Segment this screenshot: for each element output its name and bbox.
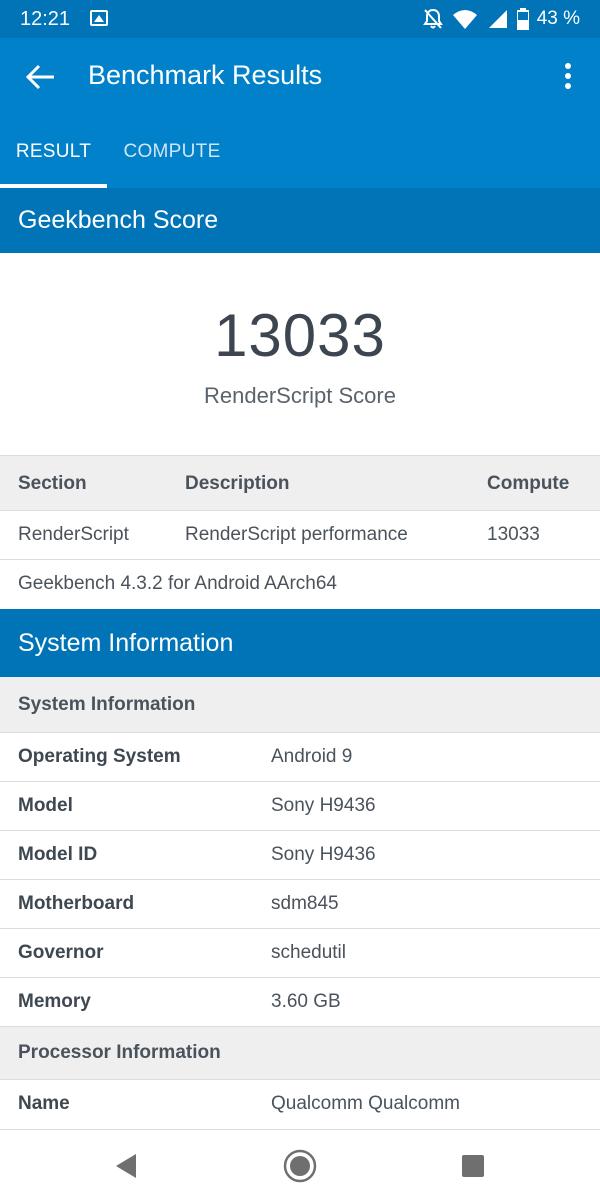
info-key: Governor bbox=[18, 942, 104, 963]
info-key: Memory bbox=[18, 991, 91, 1012]
geekbench-score-header: Geekbench Score bbox=[0, 188, 600, 253]
column-header-compute: Compute bbox=[487, 473, 570, 494]
status-icons: 43 % bbox=[422, 6, 580, 32]
status-bar: 12:21 43 % bbox=[0, 0, 600, 38]
info-value: Android 9 bbox=[271, 746, 353, 767]
image-icon bbox=[90, 10, 108, 26]
system-information-subheader: System Information bbox=[0, 677, 600, 733]
info-value: Sony H9436 bbox=[271, 795, 376, 816]
navigation-bar bbox=[0, 1130, 600, 1200]
tab-compute[interactable]: COMPUTE bbox=[107, 116, 237, 188]
info-value: 3.60 GB bbox=[271, 991, 341, 1012]
back-arrow-icon[interactable] bbox=[24, 60, 58, 94]
signal-icon bbox=[488, 10, 507, 28]
tab-compute-label: COMPUTE bbox=[123, 141, 221, 162]
mute-icon bbox=[422, 8, 443, 29]
version-text: Geekbench 4.3.2 for Android AArch64 bbox=[18, 573, 337, 594]
cell-description: RenderScript performance bbox=[185, 524, 408, 545]
info-key: Model bbox=[18, 795, 73, 816]
wifi-icon bbox=[452, 10, 477, 29]
system-information-header: System Information bbox=[0, 609, 600, 677]
tab-result[interactable]: RESULT bbox=[0, 116, 107, 188]
cell-compute: 13033 bbox=[487, 524, 540, 545]
list-item: Model ID Sony H9436 bbox=[0, 831, 600, 880]
list-item: Memory 3.60 GB bbox=[0, 978, 600, 1026]
page-title: Benchmark Results bbox=[88, 60, 323, 90]
list-item: Motherboard sdm845 bbox=[0, 880, 600, 929]
battery-icon bbox=[516, 8, 529, 30]
geekbench-score-title: Geekbench Score bbox=[18, 206, 219, 234]
status-time: 12:21 bbox=[20, 8, 71, 30]
info-key: Motherboard bbox=[18, 893, 135, 914]
processor-subheader-label: Processor Information bbox=[18, 1042, 221, 1063]
list-item: Operating System Android 9 bbox=[0, 733, 600, 782]
list-item: Governor schedutil bbox=[0, 929, 600, 978]
info-key: Model ID bbox=[18, 844, 98, 865]
table-row[interactable]: RenderScript RenderScript performance 13… bbox=[0, 511, 600, 560]
processor-information-subheader: Processor Information bbox=[0, 1026, 600, 1080]
info-value: sdm845 bbox=[271, 893, 339, 914]
score-value: 13033 bbox=[214, 302, 386, 369]
info-key: Name bbox=[18, 1093, 70, 1114]
column-header-description: Description bbox=[185, 473, 290, 494]
home-circle-icon[interactable] bbox=[282, 1148, 318, 1184]
back-triangle-icon[interactable] bbox=[108, 1148, 144, 1184]
info-value: Sony H9436 bbox=[271, 844, 376, 865]
version-row: Geekbench 4.3.2 for Android AArch64 bbox=[0, 560, 600, 609]
column-header-section: Section bbox=[18, 473, 87, 494]
info-value: schedutil bbox=[271, 942, 346, 963]
system-subheader-label: System Information bbox=[18, 694, 196, 715]
score-card: 13033 RenderScript Score bbox=[0, 253, 600, 455]
cell-section: RenderScript bbox=[18, 524, 129, 545]
overflow-menu-icon[interactable] bbox=[554, 62, 582, 92]
tab-bar: RESULT COMPUTE bbox=[0, 116, 600, 188]
system-information-title: System Information bbox=[18, 629, 234, 657]
tab-result-label: RESULT bbox=[15, 141, 92, 162]
results-table-header: Section Description Compute bbox=[0, 455, 600, 511]
info-value: Qualcomm Qualcomm bbox=[271, 1093, 460, 1114]
app-bar: Benchmark Results bbox=[0, 38, 600, 116]
score-label: RenderScript Score bbox=[204, 383, 396, 408]
recents-square-icon[interactable] bbox=[455, 1148, 491, 1184]
list-item: Model Sony H9436 bbox=[0, 782, 600, 831]
info-key: Operating System bbox=[18, 746, 181, 767]
list-item: Name Qualcomm Qualcomm bbox=[0, 1080, 600, 1130]
battery-percent: 43 % bbox=[536, 8, 580, 29]
